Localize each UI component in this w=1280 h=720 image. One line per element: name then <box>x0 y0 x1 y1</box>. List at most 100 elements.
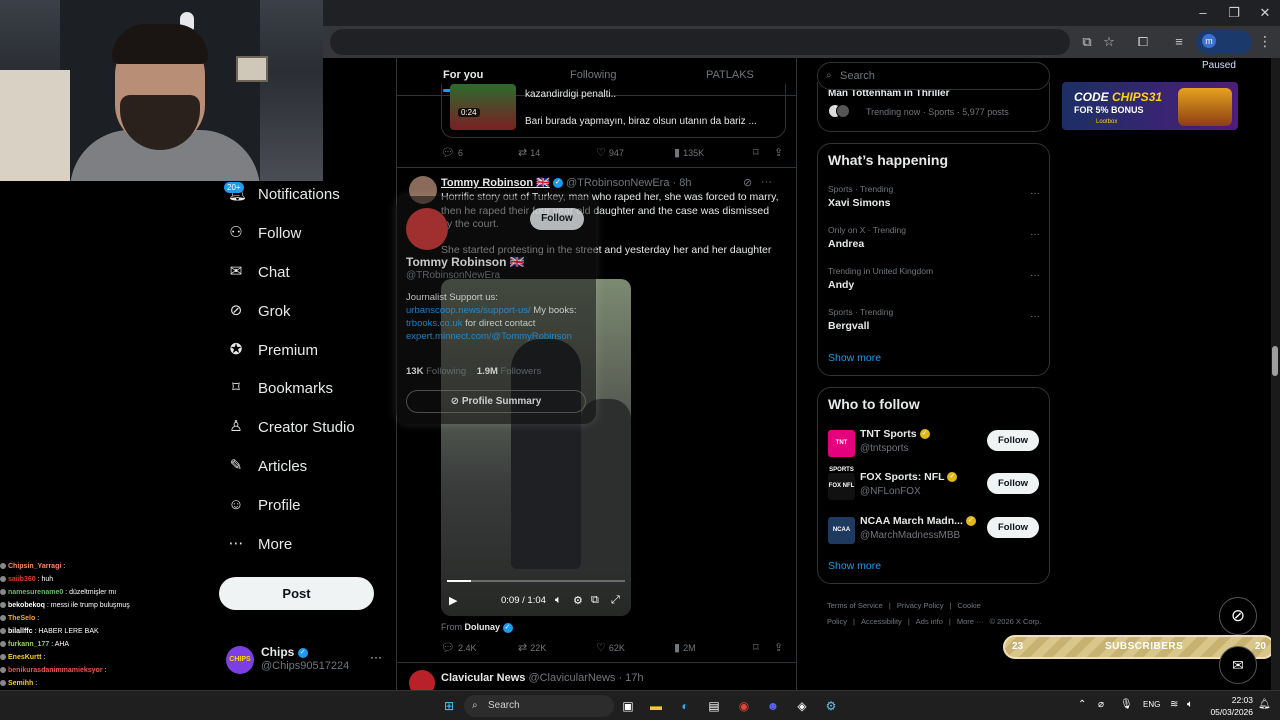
views-button[interactable]: ▮ 2M <box>674 641 696 654</box>
nav-item-chat[interactable]: ✉ Chat <box>228 257 290 287</box>
follow-button[interactable]: Follow <box>530 208 584 230</box>
steam-icon[interactable]: ⚙ <box>822 697 840 715</box>
nav-item-bookmarks[interactable]: ⌑ Bookmarks <box>228 373 333 403</box>
extensions-icon[interactable]: ⧠ <box>1134 33 1152 51</box>
language-indicator[interactable]: ENG <box>1143 700 1160 709</box>
avatar[interactable]: TNT SPORTS <box>828 430 855 473</box>
repost-button[interactable]: ⇄ 14 <box>518 146 540 159</box>
footer-link[interactable]: More ··· <box>957 617 984 626</box>
follow-button[interactable]: Follow <box>987 517 1039 538</box>
store-icon[interactable]: ▤ <box>705 697 723 715</box>
bio-link[interactable]: expert.minnect.com/@TommyRobinson <box>406 331 572 342</box>
grok-icon[interactable]: ⊘ <box>1219 597 1257 635</box>
post-author-handle[interactable]: @ClavicularNews · 17h <box>528 672 643 684</box>
tray-chevron-icon[interactable]: ⌃ <box>1078 699 1086 710</box>
video-scrubber[interactable] <box>447 580 625 582</box>
browser-menu-icon[interactable]: ⋮ <box>1258 33 1272 50</box>
like-button[interactable]: ♡ 62K <box>596 641 625 654</box>
nav-item-profile[interactable]: ☺ Profile <box>228 490 300 520</box>
more-icon[interactable]: ··· <box>1030 229 1040 240</box>
microphone-icon[interactable]: 🎙︎ <box>1120 699 1133 710</box>
app-icon[interactable]: ◈ <box>793 697 811 715</box>
discord-icon[interactable]: ☻ <box>764 697 782 715</box>
profile-status-pill[interactable]: m Paused <box>1196 30 1252 71</box>
views-button[interactable]: ▮ 135K <box>674 146 704 159</box>
avatar[interactable]: NCAA <box>828 517 855 544</box>
trend-item[interactable]: Only on X · Trending Andrea ··· <box>828 225 1040 255</box>
tab-patlaks[interactable]: PATLAKS <box>706 69 754 81</box>
follow-button[interactable]: Follow <box>987 473 1039 494</box>
profile-summary-button[interactable]: ⊘ Profile Summary <box>406 390 586 413</box>
nav-item-more[interactable]: ⋯ More <box>228 529 293 559</box>
follow-suggestion[interactable]: TNT SPORTS TNT Sports ✓ @tntsports Follow <box>828 428 1040 473</box>
ad-banner[interactable]: CODE CHIPS31 FOR 5% BONUS Lootbox <box>1062 82 1238 130</box>
hovercard-handle[interactable]: @TRobinsonNewEra <box>406 270 500 281</box>
scrollbar-thumb[interactable] <box>1272 346 1278 376</box>
nav-item-premium[interactable]: ✪ Premium <box>228 335 318 365</box>
bio-link[interactable]: urbanscoop.news/support-us/ <box>406 305 531 316</box>
trend-item[interactable]: Trending in United Kingdom Andy ··· <box>828 266 1040 296</box>
follow-suggestion[interactable]: FOX NFL FOX Sports: NFL ✓ @NFLonFOX Follow <box>828 471 1040 503</box>
account-more-icon[interactable]: ··· <box>370 650 382 664</box>
tab-following[interactable]: Following <box>570 69 616 81</box>
follow-button[interactable]: Follow <box>987 430 1039 451</box>
share-button[interactable]: ⇪ <box>774 641 783 654</box>
speaker-icon[interactable]: 🔈︎ <box>1187 699 1193 710</box>
nav-item-creator-studio[interactable]: ♙ Creator Studio <box>228 412 354 442</box>
share-button[interactable]: ⇪ <box>774 146 783 159</box>
tab-for-you[interactable]: For you <box>443 69 483 81</box>
hovercard-name[interactable]: Tommy Robinson 🇬🇧 <box>406 255 525 269</box>
notification-bell-icon[interactable]: 🔔︎ <box>1258 699 1271 710</box>
wifi-icon[interactable]: ≋ <box>1170 699 1178 710</box>
settings-icon[interactable]: ⚙ <box>573 594 583 607</box>
search-input[interactable]: ⌕ Search <box>817 62 1050 90</box>
post-author-name[interactable]: Clavicular News <box>441 672 525 684</box>
footer-link[interactable]: Ads info <box>916 617 943 626</box>
clock[interactable]: 22:03 05/03/2026 <box>1205 694 1253 718</box>
nav-item-articles[interactable]: ✎ Articles <box>228 451 307 481</box>
address-bar[interactable] <box>330 29 1070 55</box>
network-off-icon[interactable]: ⌀ <box>1098 699 1104 710</box>
chrome-icon[interactable]: ◉ <box>735 697 753 715</box>
footer-link[interactable]: Accessibility <box>861 617 902 626</box>
avatar[interactable]: FOX NFL <box>828 473 855 500</box>
quoted-post[interactable]: 0:24 kazandirdigi penalti.. Bari burada … <box>441 84 786 138</box>
play-icon[interactable]: ▶ <box>449 594 457 607</box>
post-author-name[interactable]: Tommy Robinson 🇬🇧 <box>441 177 550 189</box>
maximize-window-button[interactable]: ❐ <box>1219 4 1249 22</box>
post-button[interactable]: Post <box>219 577 374 610</box>
pip-icon[interactable]: ⧉ <box>591 594 599 607</box>
avatar[interactable] <box>409 670 435 690</box>
footer-link[interactable]: Privacy Policy <box>897 601 944 610</box>
reply-button[interactable]: 💬︎ 6 <box>441 146 463 159</box>
more-icon[interactable]: ··· <box>1030 188 1040 199</box>
nav-item-grok[interactable]: ⊘ Grok <box>228 296 291 326</box>
nav-item-follow[interactable]: ⚇ Follow <box>228 218 301 248</box>
taskbar-search[interactable]: ⌕ Search <box>464 695 614 717</box>
volume-icon[interactable]: 🔈︎ <box>555 594 562 607</box>
avatar[interactable] <box>406 208 448 250</box>
fullscreen-icon[interactable]: ⤢ <box>611 594 620 607</box>
nav-item-notifications[interactable]: 🔔︎ Notifications <box>228 179 340 209</box>
task-view-icon[interactable]: ▣ <box>619 697 637 715</box>
show-more-link[interactable]: Show more <box>828 560 881 572</box>
like-button[interactable]: ♡ 947 <box>596 146 624 159</box>
followers-count[interactable]: 1.9M <box>477 366 498 377</box>
source-author[interactable]: Dolunay <box>465 622 501 632</box>
grok-icon[interactable]: ⊘ <box>743 176 752 189</box>
more-icon[interactable]: ··· <box>1030 311 1040 322</box>
show-more-link[interactable]: Show more <box>828 352 881 364</box>
more-icon[interactable]: ··· <box>761 176 772 188</box>
more-icon[interactable]: ··· <box>1030 270 1040 281</box>
messages-icon[interactable]: ✉ <box>1219 646 1257 684</box>
screenshot-icon[interactable]: ⧉ <box>1078 33 1096 51</box>
footer-link[interactable]: Terms of Service <box>827 601 883 610</box>
file-explorer-icon[interactable]: ▬ <box>647 697 665 715</box>
bio-link[interactable]: trbooks.co.uk <box>406 318 463 329</box>
following-count[interactable]: 13K <box>406 366 423 377</box>
post-author-handle[interactable]: @TRobinsonNewEra · 8h <box>566 177 692 189</box>
bookmark-star-icon[interactable]: ☆ <box>1100 33 1118 51</box>
reply-button[interactable]: 💬︎ 2.4K <box>441 641 476 654</box>
minimize-window-button[interactable]: – <box>1188 4 1218 22</box>
bookmark-button[interactable]: ⌑ <box>753 641 759 654</box>
